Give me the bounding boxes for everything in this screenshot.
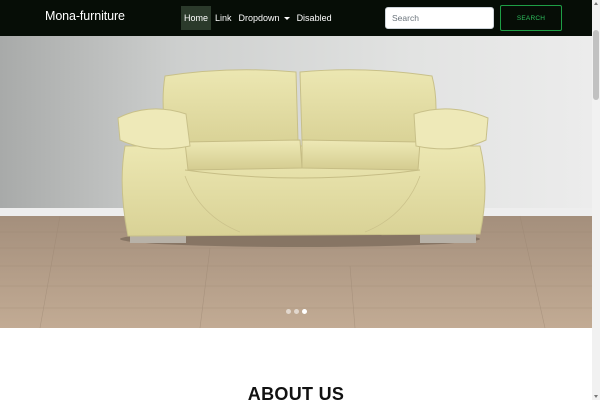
scroll-up-icon[interactable] [594,2,598,5]
nav-link-disabled: Disabled [296,13,332,23]
hero-carousel [0,36,592,328]
about-heading: ABOUT US [247,384,345,400]
carousel-dot-3[interactable] [302,309,307,314]
brand-logo[interactable]: Mona-furniture [45,9,125,23]
carousel-dot-1[interactable] [286,309,291,314]
nav-dropdown[interactable]: Dropdown [236,6,293,30]
search-button[interactable]: SEARCH [500,5,562,31]
page-scrollbar[interactable] [592,0,600,400]
nav-dropdown-label: Dropdown [238,13,280,23]
sofa-hero-image [0,36,592,328]
search-input[interactable] [385,7,494,29]
nav-links: Home Link Dropdown Disabled [181,6,336,30]
scroll-down-icon[interactable] [594,395,598,398]
top-navbar: Mona-furniture Home Link Dropdown Disabl… [0,0,592,36]
nav-link-home[interactable]: Home [181,6,212,30]
carousel-indicators [286,309,307,314]
carousel-dot-2[interactable] [294,309,299,314]
nav-link-link[interactable]: Link [212,6,235,30]
scroll-thumb[interactable] [593,30,599,100]
caret-down-icon [283,16,290,20]
